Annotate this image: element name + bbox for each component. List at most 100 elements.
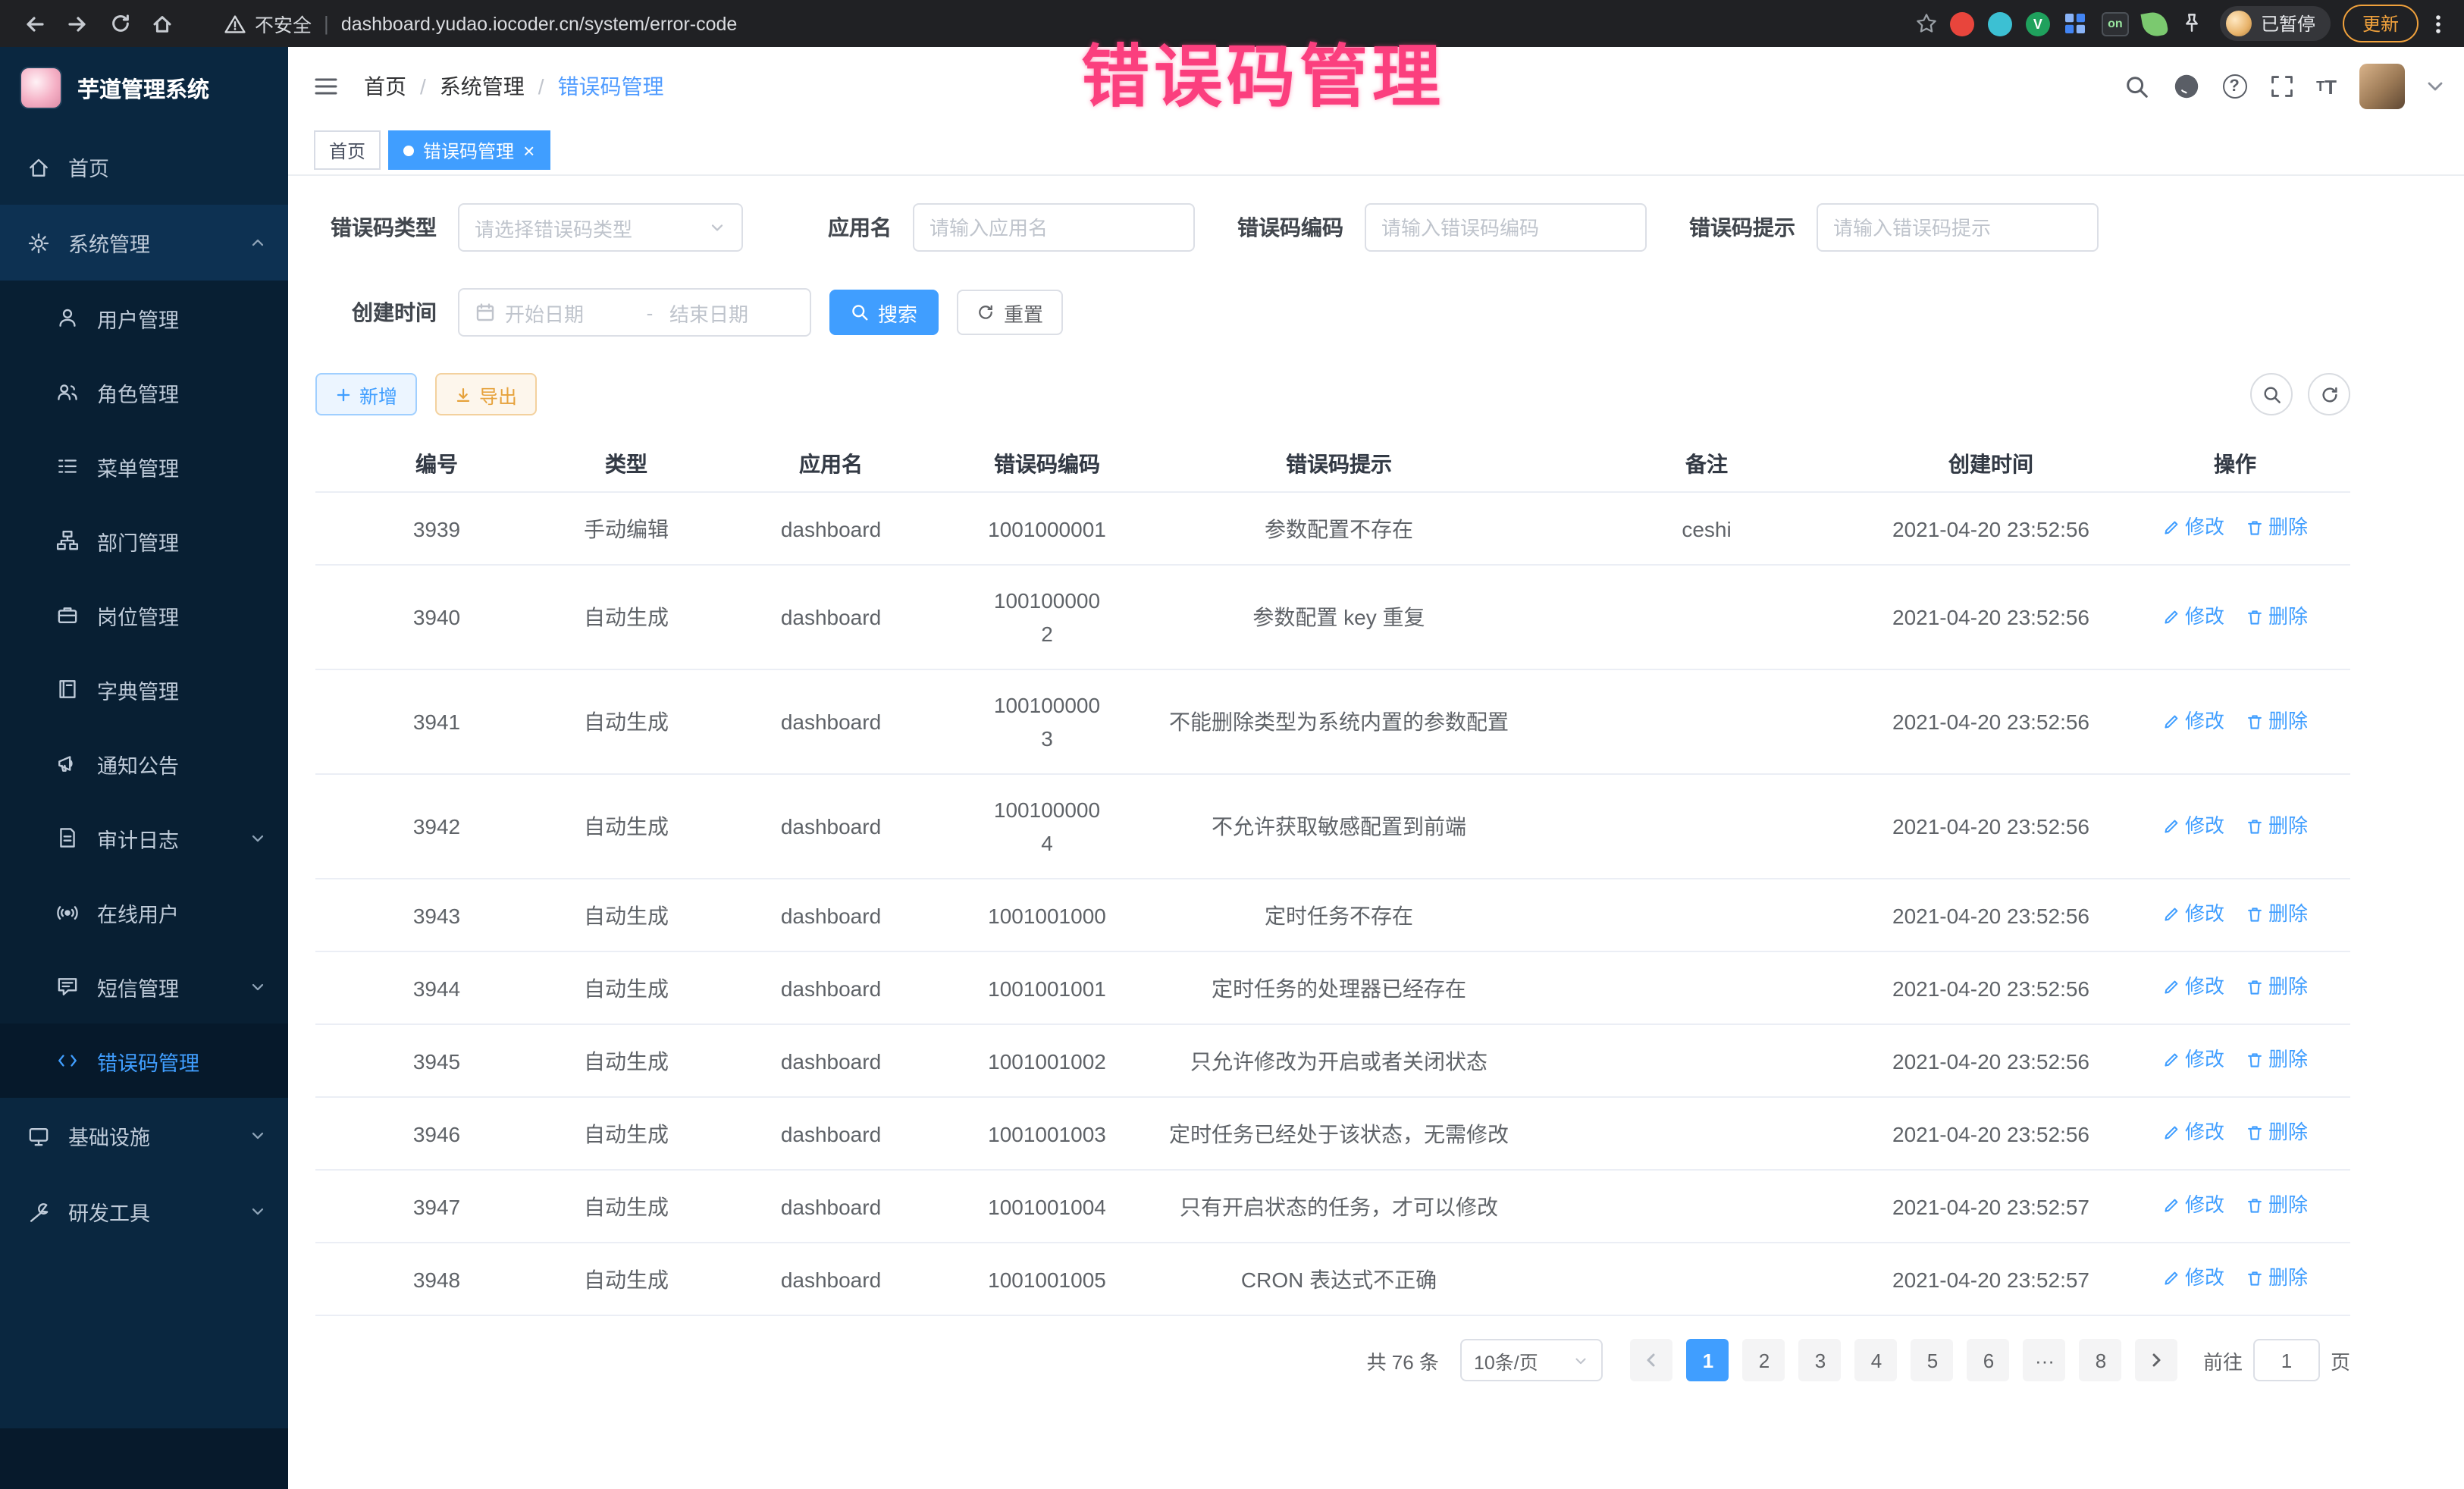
cell-id: 3948 — [315, 1243, 558, 1315]
sidebar-item-code[interactable]: 错误码管理 — [0, 1023, 288, 1098]
extension-leaf-icon[interactable] — [2140, 9, 2168, 37]
address-bar[interactable]: 不安全 | dashboard.yudao.iocoder.cn/system/… — [224, 9, 1950, 38]
reset-button[interactable]: 重置 — [957, 290, 1063, 335]
cell-type: 自动生成 — [558, 879, 694, 951]
sidebar-item-tree[interactable]: 部门管理 — [0, 503, 288, 578]
date-range-picker[interactable]: 开始日期 - 结束日期 — [458, 288, 811, 337]
sidebar-item-document[interactable]: 审计日志 — [0, 801, 288, 875]
plus-icon — [335, 386, 352, 403]
search-icon[interactable] — [2124, 74, 2149, 99]
extensions-pin-icon[interactable] — [2180, 11, 2205, 36]
start-date-placeholder: 开始日期 — [505, 298, 630, 327]
delete-link[interactable]: 删除 — [2246, 1043, 2308, 1077]
error-type-select[interactable]: 请选择错误码类型 — [458, 203, 743, 252]
delete-link[interactable]: 删除 — [2246, 809, 2308, 842]
page-size-select[interactable]: 10条/页 — [1460, 1339, 1603, 1381]
page-button-6[interactable]: 6 — [1967, 1339, 2010, 1381]
add-button[interactable]: 新增 — [315, 373, 417, 415]
sidebar-item-list[interactable]: 菜单管理 — [0, 429, 288, 503]
user-avatar[interactable] — [2359, 64, 2405, 109]
trash-icon — [2246, 905, 2264, 923]
edit-link[interactable]: 修改 — [2162, 704, 2224, 738]
app-logo[interactable]: 芋道管理系统 — [0, 47, 288, 129]
export-button[interactable]: 导出 — [435, 373, 537, 415]
edit-link[interactable]: 修改 — [2162, 898, 2224, 931]
page-button-4[interactable]: 4 — [1855, 1339, 1898, 1381]
delete-link[interactable]: 删除 — [2246, 704, 2308, 738]
delete-link[interactable]: 删除 — [2246, 1262, 2308, 1295]
delete-link[interactable]: 删除 — [2246, 898, 2308, 931]
edit-link[interactable]: 修改 — [2162, 1189, 2224, 1222]
breadcrumb-home[interactable]: 首页 — [364, 71, 406, 102]
browser-home-icon[interactable] — [143, 4, 182, 43]
back-icon[interactable] — [15, 4, 55, 43]
sidebar-item-briefcase[interactable]: 岗位管理 — [0, 578, 288, 652]
reload-icon[interactable] — [100, 4, 140, 43]
edit-link[interactable]: 修改 — [2162, 1262, 2224, 1295]
chevron-down-icon[interactable] — [2428, 80, 2443, 92]
goto-page-input[interactable] — [2253, 1339, 2320, 1381]
github-icon[interactable] — [2172, 73, 2199, 100]
delete-link[interactable]: 删除 — [2246, 1116, 2308, 1149]
sidebar-item-book[interactable]: 字典管理 — [0, 652, 288, 726]
tab-0[interactable]: 首页 — [314, 130, 381, 170]
edit-link[interactable]: 修改 — [2162, 600, 2224, 633]
page-ellipsis[interactable]: ··· — [2024, 1339, 2066, 1381]
update-button[interactable]: 更新 — [2343, 5, 2419, 42]
delete-link[interactable]: 删除 — [2246, 970, 2308, 1004]
page-button-5[interactable]: 5 — [1911, 1339, 1954, 1381]
extension-drop-icon[interactable] — [1988, 11, 2012, 36]
app-name-input[interactable] — [913, 203, 1195, 252]
sidebar-item-megaphone[interactable]: 通知公告 — [0, 726, 288, 801]
header-actions: ? TT — [2124, 64, 2443, 109]
delete-link[interactable]: 删除 — [2246, 600, 2308, 633]
sidebar-item-user[interactable]: 用户管理 — [0, 281, 288, 355]
error-hint-input[interactable] — [1817, 203, 2099, 252]
page-button-1[interactable]: 1 — [1687, 1339, 1729, 1381]
extension-on-icon[interactable]: on — [2102, 11, 2129, 36]
edit-link[interactable]: 修改 — [2162, 970, 2224, 1004]
page-button-2[interactable]: 2 — [1743, 1339, 1785, 1381]
prev-page-button[interactable] — [1631, 1339, 1673, 1381]
sidebar-item-monitor[interactable]: 基础设施 — [0, 1098, 288, 1174]
search-button[interactable]: 搜索 — [829, 290, 939, 335]
error-code-input[interactable] — [1365, 203, 1647, 252]
trash-icon — [2246, 1124, 2264, 1142]
bookmark-star-icon[interactable] — [1915, 12, 1938, 35]
edit-link[interactable]: 修改 — [2162, 511, 2224, 544]
show-search-icon[interactable] — [2250, 373, 2293, 415]
column-header: 备注 — [1551, 437, 1862, 492]
page-button-8[interactable]: 8 — [2080, 1339, 2122, 1381]
delete-link[interactable]: 删除 — [2246, 511, 2308, 544]
sidebar-item-users[interactable]: 角色管理 — [0, 355, 288, 429]
edit-link[interactable]: 修改 — [2162, 809, 2224, 842]
chevron-down-icon — [249, 1202, 267, 1221]
edit-link[interactable]: 修改 — [2162, 1043, 2224, 1077]
sidebar-item-online[interactable]: 在线用户 — [0, 875, 288, 949]
sidebar-item-wrench[interactable]: 研发工具 — [0, 1174, 288, 1249]
sidebar-item-home[interactable]: 首页 — [0, 129, 288, 205]
edit-link[interactable]: 修改 — [2162, 1116, 2224, 1149]
extensions-cluster: V on — [1950, 11, 2205, 36]
sidebar-item-gear[interactable]: 系统管理 — [0, 205, 288, 281]
refresh-table-icon[interactable] — [2308, 373, 2350, 415]
tab-1[interactable]: 错误码管理× — [388, 130, 550, 170]
forward-icon[interactable] — [58, 4, 97, 43]
font-size-icon[interactable]: TT — [2316, 75, 2337, 98]
extension-record-icon[interactable] — [1950, 11, 1974, 36]
browser-menu-icon[interactable] — [2428, 13, 2449, 34]
sidebar-toggle-icon[interactable] — [312, 73, 340, 100]
breadcrumb-system[interactable]: 系统管理 — [440, 71, 525, 102]
security-warning[interactable]: 不安全 — [224, 9, 312, 38]
profile-paused-badge[interactable]: 已暂停 — [2220, 6, 2331, 41]
next-page-button[interactable] — [2136, 1339, 2178, 1381]
tab-close-icon[interactable]: × — [523, 140, 534, 160]
extension-v-icon[interactable]: V — [2026, 11, 2050, 36]
url-text[interactable]: dashboard.yudao.iocoder.cn/system/error-… — [341, 13, 738, 34]
page-button-3[interactable]: 3 — [1799, 1339, 1842, 1381]
delete-link[interactable]: 删除 — [2246, 1189, 2308, 1222]
help-icon[interactable]: ? — [2222, 74, 2246, 99]
extension-grid-icon[interactable] — [2064, 11, 2088, 36]
sidebar-item-message[interactable]: 短信管理 — [0, 949, 288, 1023]
fullscreen-icon[interactable] — [2269, 74, 2293, 99]
